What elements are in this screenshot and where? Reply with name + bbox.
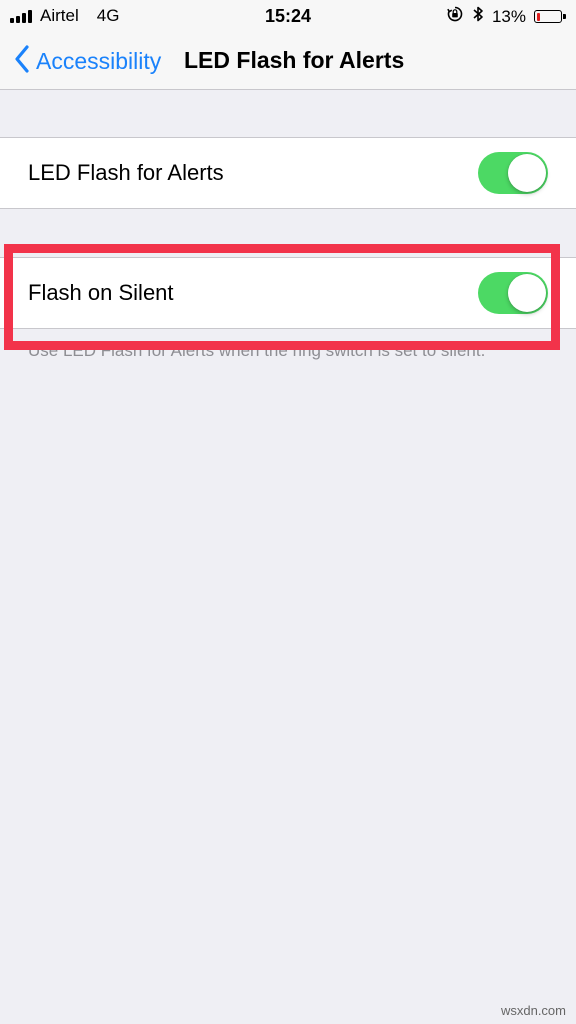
status-bar: Airtel 4G 15:24 13% [0,0,576,32]
flash-on-silent-cell: Flash on Silent [0,257,576,329]
toggle-knob [508,154,546,192]
flash-on-silent-label: Flash on Silent [28,280,174,305]
battery-fill [536,12,540,21]
led-flash-toggle[interactable] [478,152,548,194]
navigation-bar: Accessibility LED Flash for Alerts [0,32,576,90]
flash-on-silent-footer: Use LED Flash for Alerts when the ring s… [28,341,486,360]
battery-icon [534,10,566,23]
back-button[interactable]: Accessibility [14,42,161,80]
flash-on-silent-toggle[interactable] [478,272,548,314]
rotation-lock-icon [446,5,464,28]
status-right: 13% [446,5,566,28]
chevron-left-icon [14,44,30,78]
watermark: wsxdn.com [500,1003,566,1018]
led-flash-cell: LED Flash for Alerts [0,137,576,209]
back-label: Accessibility [36,47,162,74]
battery-percent: 13% [491,6,526,26]
led-flash-label: LED Flash for Alerts [28,160,224,185]
page-title: LED Flash for Alerts [184,47,405,73]
toggle-knob [508,274,546,312]
bluetooth-icon [472,5,484,28]
